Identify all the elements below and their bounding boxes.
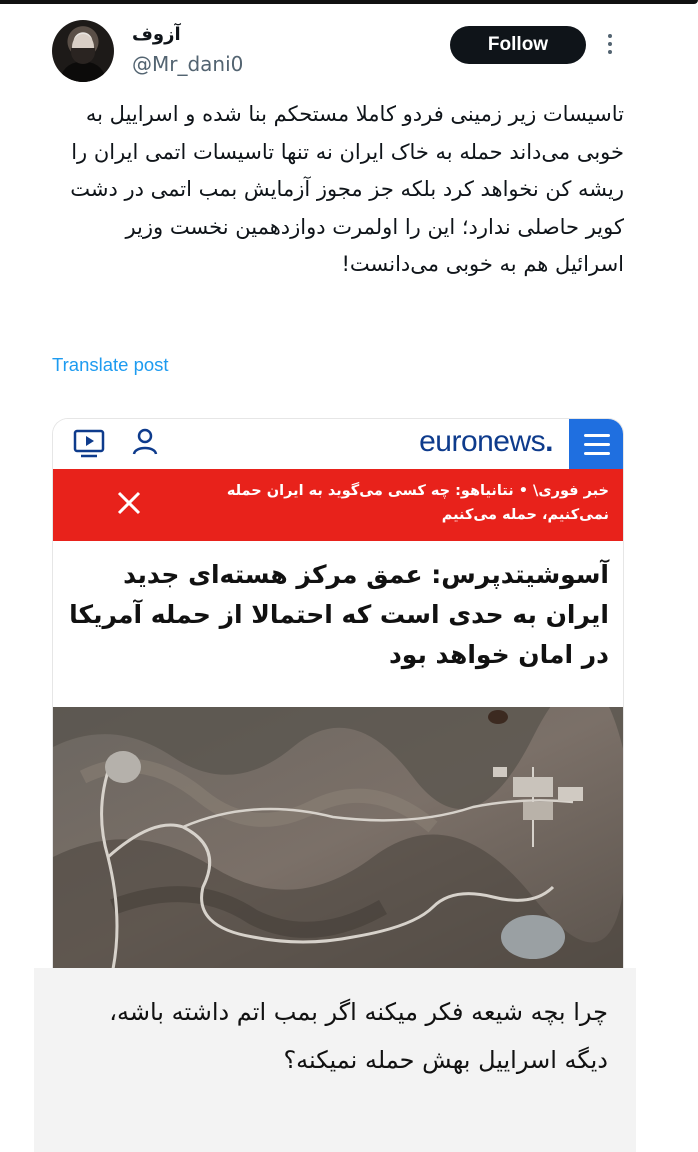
hamburger-menu-icon — [569, 419, 623, 469]
tweet-text: تاسیسات زیر زمینی فردو کاملا مستحکم بنا … — [70, 102, 624, 276]
tv-icon — [73, 429, 105, 458]
user-handle[interactable]: @Mr_dani0 — [132, 52, 243, 76]
avatar-body — [60, 62, 106, 82]
close-icon — [117, 491, 141, 515]
avatar[interactable] — [52, 20, 114, 82]
display-name[interactable]: آزوف — [132, 24, 242, 45]
euronews-navbar: euronews. — [53, 419, 623, 469]
breaking-news-banner: خبر فوری\ • نتانیاهو: چه کسی می‌گوید به … — [53, 469, 623, 541]
translate-post-link[interactable]: Translate post — [52, 354, 169, 376]
satellite-photo — [53, 707, 623, 968]
caption-overlay: چرا بچه شیعه فکر میکنه اگر بمب اتم داشته… — [34, 968, 636, 1152]
euronews-logo: euronews. — [419, 425, 553, 458]
top-bar-decoration — [0, 0, 698, 4]
more-options-icon[interactable] — [605, 34, 615, 58]
user-icon — [132, 428, 158, 455]
embedded-screenshot[interactable]: euronews. خبر فوری\ • نتانیاهو: چه کسی م… — [52, 418, 624, 968]
caption-text: چرا بچه شیعه فکر میکنه اگر بمب اتم داشته… — [109, 998, 608, 1074]
article-headline: آسوشیتدپرس: عمق مرکز هسته‌ای جدید ایران … — [69, 560, 609, 669]
breaking-news-text: خبر فوری\ • نتانیاهو: چه کسی می‌گوید به … — [226, 483, 609, 523]
follow-button[interactable]: Follow — [450, 26, 586, 64]
